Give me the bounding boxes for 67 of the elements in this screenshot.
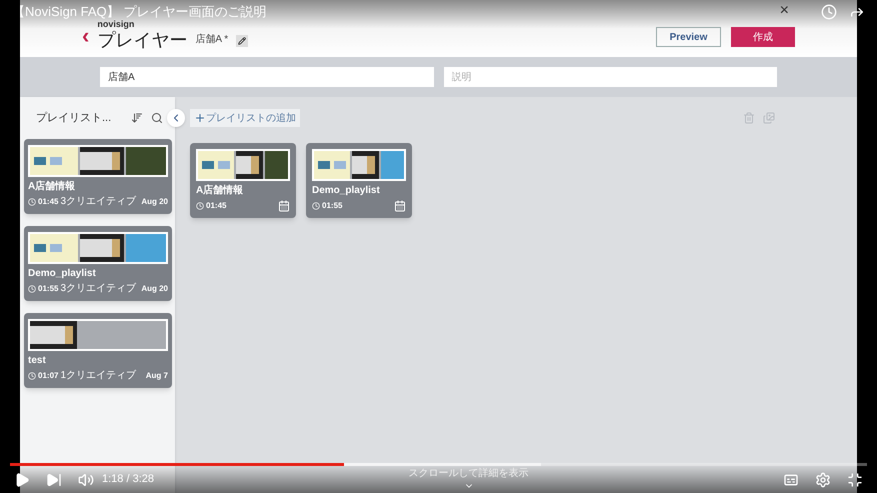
slide-thumbnail [314,151,350,179]
clock-icon [28,284,36,293]
video-title: 【NoviSign FAQ】 プレイヤー画面のご説明 [12,4,266,20]
playlist-name: Demo_playlist [312,185,381,198]
exit-fullscreen-icon[interactable] [847,472,863,488]
clock-icon [312,202,320,210]
clock-icon [28,372,36,380]
creative-count: 3クリエイティブ [60,196,136,208]
playlist-name: Demo_playlist [28,268,97,280]
playlist-date: Aug 20 [141,284,168,294]
sort-icon[interactable] [131,112,143,124]
playlist-duration: 01:55 [38,284,58,294]
close-button[interactable]: × [780,3,789,19]
clock-icon [196,202,204,210]
calendar-icon[interactable] [278,200,290,212]
slide-thumbnail [198,151,234,179]
edit-icon[interactable] [236,35,248,47]
add-playlist-button[interactable]: プレイリストの追加 [190,109,300,127]
play-icon[interactable] [14,472,30,488]
playlist-card[interactable]: A店舗情報 01:45 [190,143,296,218]
clock-icon [28,198,36,206]
playlist-duration: 01:55 [322,200,342,210]
playlist-duration: 01:45 [206,200,226,210]
name-field[interactable]: 店舗A [100,67,434,87]
volume-icon[interactable] [78,472,94,488]
page-title: プレイヤー [97,29,188,51]
playlist-duration: 01:07 [38,370,58,381]
playlist-name: test [28,355,47,368]
playlist-date: Aug 20 [141,196,168,207]
playlist-card[interactable]: Demo_playlist 01:55 [306,143,412,218]
slide-thumbnail [30,234,78,262]
next-icon[interactable] [46,472,62,488]
photo-placeholder [126,147,166,175]
progress-track[interactable] [10,463,867,466]
creative-count: 1クリエイティブ [60,370,136,382]
video-thumbnail [80,147,124,175]
photo-placeholder [126,234,166,262]
video-thumbnail [80,234,124,262]
calendar-icon[interactable] [394,200,406,212]
settings-icon[interactable] [815,472,831,488]
photo-placeholder [265,151,288,179]
sidebar-title: プレイリスト... [36,110,112,126]
logo: novisign [97,20,136,28]
playlist-card[interactable]: Demo_playlist 01:55 3クリエイティブ Aug 20 [24,226,172,301]
player-name: 店舗A * [195,32,228,47]
back-button[interactable]: ‹ [82,25,90,47]
photo-placeholder [381,151,404,179]
playlist-date: Aug 7 [146,370,168,381]
playlist-card[interactable]: A店舗情報 01:45 3クリエイティブ Aug 20 [24,139,172,214]
search-icon[interactable] [151,112,163,124]
video-thumbnail [236,151,263,179]
playlist-name: A店舗情報 [196,185,244,198]
video-thumbnail [352,151,379,179]
playlist-name: A店舗情報 [28,181,76,194]
preview-button[interactable]: Preview [656,27,721,47]
video-thumbnail [30,321,78,349]
time-display: 1:18 / 3:28 [102,472,154,488]
playlist-duration: 01:45 [38,196,58,207]
clock-icon[interactable] [821,4,837,20]
description-field[interactable]: 説明 [444,67,777,87]
subtitles-icon[interactable] [783,472,799,488]
slide-thumbnail [30,147,78,175]
collapse-button[interactable] [167,109,185,127]
playlist-card[interactable]: test 01:07 1クリエイティブ Aug 7 [24,313,172,388]
creative-count: 3クリエイティブ [60,282,136,295]
plus-icon [194,112,206,124]
create-button[interactable]: 作成 [731,27,795,47]
